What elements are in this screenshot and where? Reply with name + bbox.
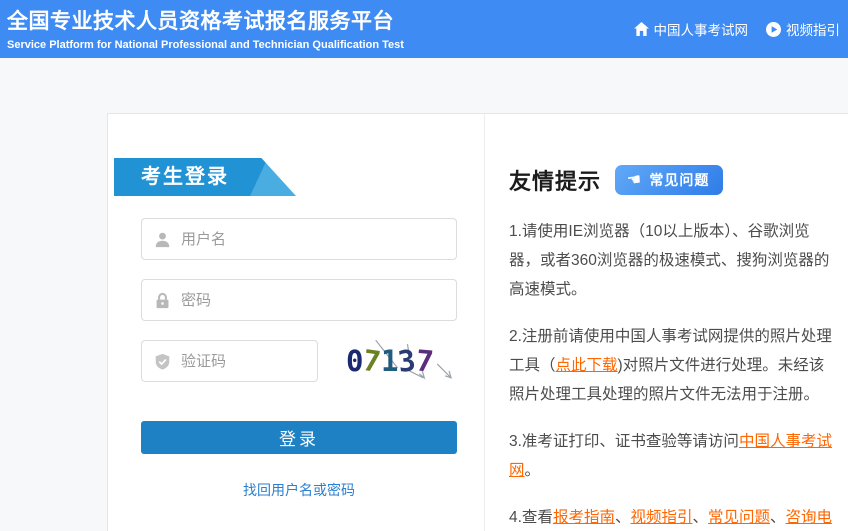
home-icon	[634, 22, 649, 36]
login-button[interactable]: 登录	[141, 421, 457, 454]
header-link-label: 中国人事考试网	[654, 19, 749, 39]
faq-button[interactable]: ☚ 常见问题	[615, 165, 723, 195]
captcha-input[interactable]	[181, 353, 317, 370]
play-icon	[766, 22, 781, 37]
tip-link[interactable]: 报考指南	[553, 509, 615, 526]
header-links: 中国人事考试网 视频指引	[634, 0, 841, 58]
header-bar: 全国专业技术人员资格考试报名服务平台 Service Platform for …	[0, 0, 848, 58]
page-subtitle: Service Platform for National Profession…	[7, 39, 404, 51]
tip-link[interactable]: 点此下载	[556, 357, 618, 374]
captcha-digit: 7	[415, 346, 435, 376]
tips-header: 友情提示 ☚ 常见问题	[509, 164, 834, 196]
tip-item: 2.注册前请使用中国人事考试网提供的照片处理工具（点此下载)对照片文件进行处理。…	[509, 322, 834, 409]
main-card: 考生登录	[107, 113, 848, 531]
login-form: 07137 登录 找回用户名或密码	[141, 218, 457, 500]
login-panel: 考生登录	[108, 114, 485, 531]
pointing-hand-icon: ☚	[626, 171, 643, 189]
shield-check-icon	[154, 353, 171, 370]
tip-link[interactable]: 视频指引	[630, 509, 692, 526]
tip-link[interactable]: 常见问题	[708, 509, 770, 526]
tip-item: 4.查看报考指南、视频指引、常见问题、咨询电话。	[509, 503, 834, 531]
captcha-digit: 7	[362, 345, 383, 376]
password-input[interactable]	[181, 292, 456, 309]
login-panel-title: 考生登录	[114, 158, 296, 196]
page-title: 全国专业技术人员资格考试报名服务平台	[7, 5, 404, 35]
link-video-guide[interactable]: 视频指引	[766, 19, 840, 39]
faq-button-label: 常见问题	[649, 170, 709, 190]
tip-item: 3.准考证打印、证书查验等请访问中国人事考试网。	[509, 427, 834, 485]
password-field-box	[141, 279, 457, 321]
user-icon	[154, 231, 171, 248]
username-input[interactable]	[181, 231, 456, 248]
link-china-personnel-exam-site[interactable]: 中国人事考试网	[634, 19, 749, 39]
header-link-label: 视频指引	[786, 19, 840, 39]
username-field-box	[141, 218, 457, 260]
captcha-row: 07137	[141, 340, 457, 384]
tips-list: 1.请使用IE浏览器（10以上版本）、谷歌浏览器，或者360浏览器的极速模式、搜…	[509, 217, 834, 531]
tips-title: 友情提示	[509, 164, 601, 196]
tip-link[interactable]: 中国人事考试网	[509, 433, 832, 479]
header-titles: 全国专业技术人员资格考试报名服务平台 Service Platform for …	[7, 5, 404, 51]
forgot-credentials-link[interactable]: 找回用户名或密码	[243, 482, 355, 498]
forgot-row: 找回用户名或密码	[141, 480, 457, 500]
tips-panel: 友情提示 ☚ 常见问题 1.请使用IE浏览器（10以上版本）、谷歌浏览器，或者3…	[485, 114, 848, 531]
login-panel-ribbon: 考生登录	[114, 158, 296, 196]
captcha-image[interactable]: 07137	[346, 338, 457, 384]
captcha-field-box	[141, 340, 318, 382]
lock-icon	[154, 292, 171, 309]
tip-item: 1.请使用IE浏览器（10以上版本）、谷歌浏览器，或者360浏览器的极速模式、搜…	[509, 217, 834, 304]
